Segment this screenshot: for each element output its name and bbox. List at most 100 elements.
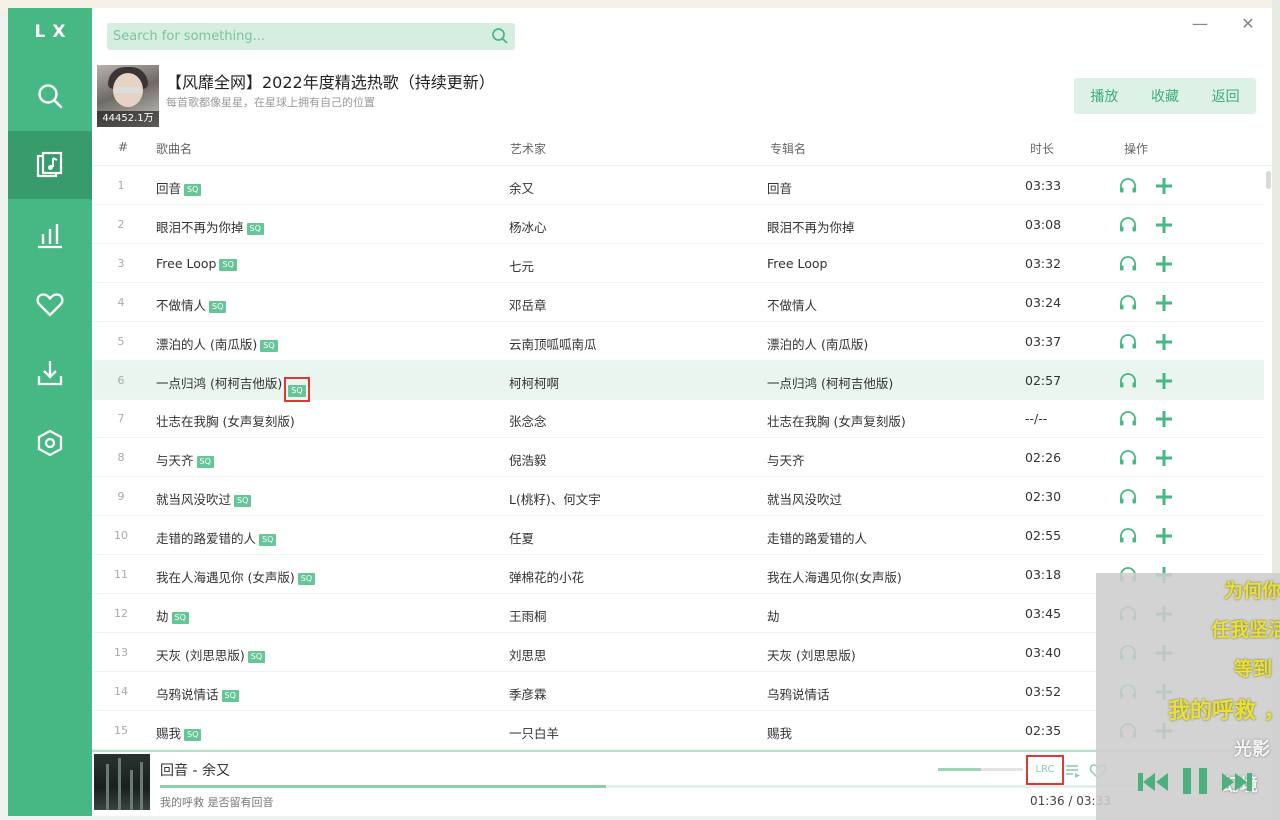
album-name[interactable]: 与天齐	[767, 450, 805, 469]
album-name[interactable]: 赐我	[767, 723, 792, 742]
close-button[interactable]: ✕	[1236, 14, 1260, 36]
artist-name[interactable]: L(桃籽)、何文宇	[509, 489, 601, 508]
add-to-list-icon[interactable]	[1154, 254, 1174, 274]
album-name[interactable]: 漂泊的人 (南瓜版)	[767, 334, 868, 353]
table-row[interactable]: 10 走错的路爱错的人 SQ 任夏 走错的路爱错的人 02:55	[92, 516, 1264, 556]
table-row[interactable]: 7 壮志在我胸 (女声复刻版) 张念念 壮志在我胸 (女声复刻版) --/--	[92, 399, 1264, 439]
progress-bar[interactable]	[160, 785, 1150, 788]
table-row[interactable]: 5 漂泊的人 (南瓜版) SQ 云南顶呱呱南瓜 漂泊的人 (南瓜版) 03:37	[92, 322, 1264, 361]
add-to-list-icon[interactable]	[1154, 332, 1174, 352]
next-track-icon[interactable]	[1220, 769, 1254, 795]
pause-icon[interactable]	[1180, 765, 1210, 797]
song-name[interactable]: 我在人海遇见你 (女声版)	[156, 570, 295, 585]
artist-name[interactable]: 余又	[509, 178, 534, 197]
nav-favorites[interactable]	[8, 270, 92, 338]
listen-headphones-icon[interactable]	[1118, 371, 1138, 391]
table-row[interactable]: 15 赐我 SQ 一只白羊 赐我 02:35	[92, 711, 1264, 750]
song-name[interactable]: 就当风没吹过	[156, 492, 231, 507]
playlist-toggle-icon[interactable]	[1064, 762, 1082, 780]
artist-name[interactable]: 季彦霖	[509, 684, 547, 703]
song-name[interactable]: 赐我	[156, 726, 181, 741]
nav-songlist[interactable]	[8, 131, 92, 199]
album-name[interactable]: 回音	[767, 178, 792, 197]
album-name[interactable]: Free Loop	[767, 256, 827, 271]
album-name[interactable]: 壮志在我胸 (女声复刻版)	[767, 411, 906, 430]
song-name[interactable]: 壮志在我胸 (女声复刻版)	[156, 414, 295, 429]
add-to-list-icon[interactable]	[1154, 526, 1174, 546]
listen-headphones-icon[interactable]	[1118, 487, 1138, 507]
album-name[interactable]: 天灰 (刘思思版)	[767, 645, 856, 664]
search-input[interactable]	[107, 23, 482, 50]
song-name[interactable]: Free Loop	[156, 256, 216, 271]
nav-settings[interactable]	[8, 409, 92, 477]
album-name[interactable]: 走错的路爱错的人	[767, 528, 867, 547]
album-name[interactable]: 我在人海遇见你(女声版)	[767, 567, 902, 586]
play-all-button[interactable]: 播放	[1084, 86, 1124, 106]
add-to-list-icon[interactable]	[1154, 409, 1174, 429]
listen-headphones-icon[interactable]	[1118, 332, 1138, 352]
artist-name[interactable]: 刘思思	[509, 645, 547, 664]
add-to-list-icon[interactable]	[1154, 215, 1174, 235]
table-row[interactable]: 11 我在人海遇见你 (女声版) SQ 弹棉花的小花 我在人海遇见你(女声版) 03:18	[92, 555, 1264, 594]
add-to-list-icon[interactable]	[1154, 176, 1174, 196]
minimize-button[interactable]: —	[1188, 14, 1212, 36]
add-to-list-icon[interactable]	[1154, 293, 1174, 313]
album-name[interactable]: 劫	[767, 606, 780, 625]
artist-name[interactable]: 倪浩毅	[509, 450, 547, 469]
artist-name[interactable]: 一只白羊	[509, 723, 559, 742]
nav-leaderboard[interactable]	[8, 201, 92, 269]
table-row[interactable]: 2 眼泪不再为你掉 SQ 杨冰心 眼泪不再为你掉 03:08	[92, 205, 1264, 244]
song-name[interactable]: 一点归鸿 (柯柯吉他版)	[156, 376, 282, 391]
search-icon[interactable]	[491, 27, 509, 45]
table-row[interactable]: 8 与天齐 SQ 倪浩毅 与天齐 02:26	[92, 438, 1264, 478]
song-name[interactable]: 天灰 (刘思思版)	[156, 648, 245, 663]
album-name[interactable]: 乌鸦说情话	[767, 684, 830, 703]
album-name[interactable]: 不做情人	[767, 295, 817, 314]
table-row[interactable]: 9 就当风没吹过 SQ L(桃籽)、何文宇 就当风没吹过 02:30	[92, 477, 1264, 517]
add-to-list-icon[interactable]	[1154, 487, 1174, 507]
listen-headphones-icon[interactable]	[1118, 176, 1138, 196]
song-name[interactable]: 与天齐	[156, 453, 194, 468]
previous-track-icon[interactable]	[1136, 769, 1170, 795]
listen-headphones-icon[interactable]	[1118, 526, 1138, 546]
nav-search[interactable]	[8, 62, 92, 130]
listen-headphones-icon[interactable]	[1118, 293, 1138, 313]
table-row[interactable]: 14 乌鸦说情话 SQ 季彦霖 乌鸦说情话 03:52	[92, 672, 1264, 711]
artist-name[interactable]: 弹棉花的小花	[509, 567, 584, 586]
lrc-toggle-button[interactable]: LRC	[1026, 755, 1064, 785]
nav-download[interactable]	[8, 339, 92, 407]
song-name[interactable]: 走错的路爱错的人	[156, 531, 256, 546]
song-name[interactable]: 回音	[156, 181, 181, 196]
table-row[interactable]: 6 一点归鸿 (柯柯吉他版) SQ 柯柯柯啊 一点归鸿 (柯柯吉他版) 02:57	[92, 360, 1264, 402]
artist-name[interactable]: 七元	[509, 256, 534, 275]
table-row[interactable]: 13 天灰 (刘思思版) SQ 刘思思 天灰 (刘思思版) 03:40	[92, 633, 1264, 672]
song-name[interactable]: 乌鸦说情话	[156, 687, 219, 702]
artist-name[interactable]: 邓岳章	[509, 295, 547, 314]
artist-name[interactable]: 张念念	[509, 411, 547, 430]
volume-slider[interactable]	[938, 768, 1023, 771]
add-to-list-icon[interactable]	[1154, 371, 1174, 391]
artist-name[interactable]: 任夏	[509, 528, 534, 547]
back-button[interactable]: 返回	[1206, 86, 1246, 106]
collect-button[interactable]: 收藏	[1145, 86, 1185, 106]
table-row[interactable]: 4 不做情人 SQ 邓岳章 不做情人 03:24	[92, 283, 1264, 322]
artist-name[interactable]: 王雨桐	[509, 606, 547, 625]
album-name[interactable]: 就当风没吹过	[767, 489, 842, 508]
song-name[interactable]: 劫	[156, 609, 169, 624]
listen-headphones-icon[interactable]	[1118, 254, 1138, 274]
table-row[interactable]: 12 劫 SQ 王雨桐劫 03:45	[92, 594, 1264, 633]
album-name[interactable]: 一点归鸿 (柯柯吉他版)	[767, 373, 893, 392]
artist-name[interactable]: 柯柯柯啊	[509, 373, 559, 392]
scroll-thumb[interactable]	[1266, 171, 1271, 189]
song-name[interactable]: 漂泊的人 (南瓜版)	[156, 337, 257, 352]
album-name[interactable]: 眼泪不再为你掉	[767, 217, 855, 236]
add-to-list-icon[interactable]	[1154, 448, 1174, 468]
desktop-lyrics-overlay[interactable]: 为何你 任我坚活 等到 我的呼救 ， 光影 幻境	[1096, 573, 1280, 820]
listen-headphones-icon[interactable]	[1118, 448, 1138, 468]
table-row[interactable]: 3 Free Loop SQ 七元 Free Loop 03:32	[92, 244, 1264, 283]
listen-headphones-icon[interactable]	[1118, 409, 1138, 429]
listen-headphones-icon[interactable]	[1118, 215, 1138, 235]
song-name[interactable]: 眼泪不再为你掉	[156, 220, 244, 235]
artist-name[interactable]: 杨冰心	[509, 217, 547, 236]
song-name[interactable]: 不做情人	[156, 298, 206, 313]
